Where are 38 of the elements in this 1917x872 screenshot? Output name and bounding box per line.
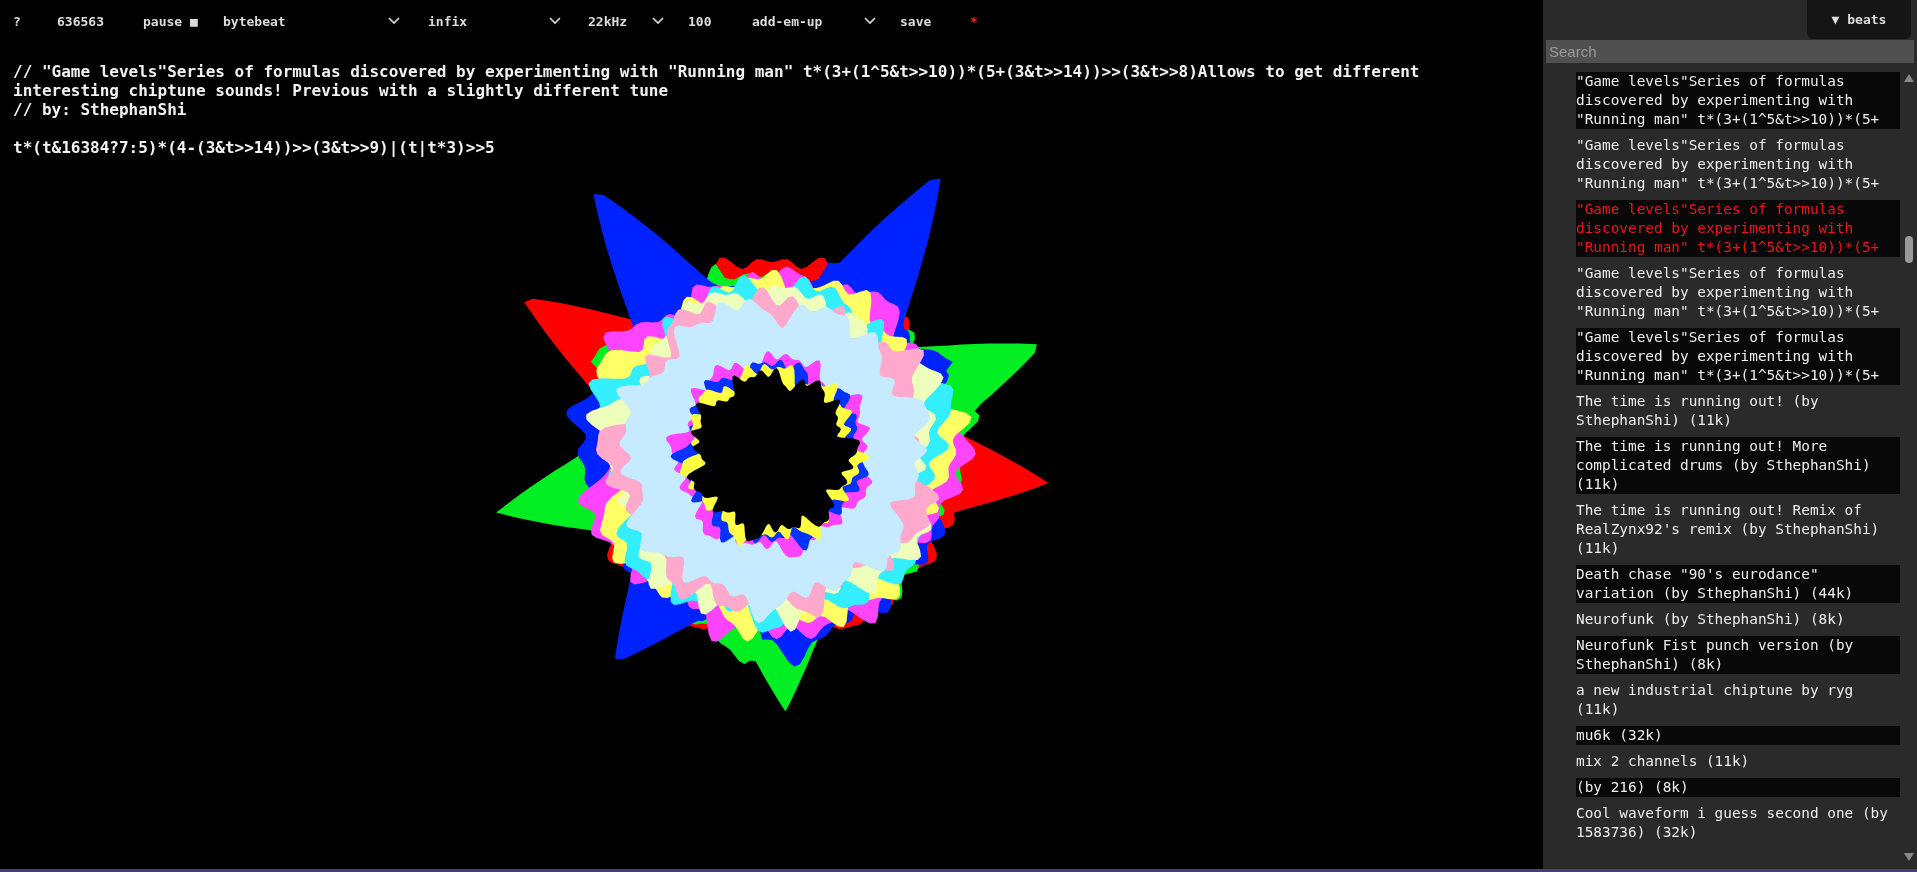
beat-list-item[interactable]: "Game levels"Series of formulas discovered by experimenting with "Running man" t*(3+(1^5&t>>10))*(5+ bbox=[1576, 264, 1900, 321]
code-comment: // by: SthephanShi bbox=[13, 100, 188, 119]
beat-list-item[interactable]: Cool waveform i guess second one (by 1583736) (32k) bbox=[1576, 804, 1900, 842]
scrollbar-thumb[interactable] bbox=[1905, 236, 1913, 263]
mode-select[interactable]: bytebeat bbox=[223, 13, 400, 29]
beat-list-item[interactable]: "Game levels"Series of formulas discovered by experimenting with "Running man" t*(3+(1^5&t>>10))*(5+ bbox=[1576, 200, 1900, 257]
unsaved-mark: * bbox=[970, 13, 978, 29]
beat-list-item[interactable]: mu6k (32k) bbox=[1576, 726, 1900, 745]
beat-list-item[interactable]: a new industrial chiptune by ryg (11k) bbox=[1576, 681, 1900, 719]
beat-list-item[interactable]: mix 2 channels (11k) bbox=[1576, 752, 1900, 771]
pause-button[interactable]: pause ■ bbox=[143, 13, 223, 29]
beat-list-item[interactable]: Death chase "90's eurodance" variation (by SthephanShi) (44k) bbox=[1576, 565, 1900, 603]
beats-toggle-button[interactable]: ▼ beats bbox=[1807, 0, 1911, 39]
formula-text[interactable]: t*(t&16384?7:5)*(4-(3&t>>14))>>(3&t>>9)|(t|t*3)>>5 bbox=[13, 138, 1473, 157]
chevron-down-icon bbox=[549, 17, 561, 25]
beat-list-item[interactable]: (by 216) (8k) bbox=[1576, 778, 1900, 797]
beat-list-item[interactable]: "Game levels"Series of formulas discovered by experimenting with "Running man" t*(3+(1^5&t>>10))*(5+ bbox=[1576, 328, 1900, 385]
beat-list-item[interactable]: Neurofunk Fist punch version (by SthephanShi) (8k) bbox=[1576, 636, 1900, 674]
help-button[interactable]: ? bbox=[13, 13, 57, 29]
chevron-down-icon bbox=[652, 17, 664, 25]
beat-list-item[interactable]: "Game levels"Series of formulas discovered by experimenting with "Running man" t*(3+(1^5&t>>10))*(5+ bbox=[1576, 72, 1900, 129]
code-comment: // "Game levels"Series of formulas discovered by experimenting with "Running man" t*(3+(1^5&t>>10))*(5+(3&t>>14))>>(3&t>>8)Allows to get different interesting chiptune sounds! Previous with a slightly different tune bbox=[13, 62, 1421, 100]
beat-list-item[interactable]: The time is running out! (by SthephanShi) (11k) bbox=[1576, 392, 1900, 430]
expression-select[interactable]: infix bbox=[428, 13, 561, 29]
mix-select[interactable]: add-em-up bbox=[752, 13, 876, 29]
time-counter: 636563 bbox=[57, 13, 105, 29]
beat-list-item[interactable]: Neurofunk (by SthephanShi) (8k) bbox=[1576, 610, 1900, 629]
beat-list-item[interactable]: The time is running out! More complicated drums (by SthephanShi) (11k) bbox=[1576, 437, 1900, 494]
save-button[interactable]: save bbox=[900, 13, 970, 29]
beat-list-item[interactable]: "Game levels"Series of formulas discovered by experimenting with "Running man" t*(3+(1^5&t>>10))*(5+ bbox=[1576, 136, 1900, 193]
beat-list-item[interactable]: The time is running out! Remix of RealZynx92's remix (by SthephanShi) (11k) bbox=[1576, 501, 1900, 558]
volume-field[interactable]: 100 bbox=[688, 13, 752, 29]
search-field[interactable]: Search bbox=[1546, 40, 1914, 63]
scroll-up-icon[interactable] bbox=[1904, 74, 1914, 82]
scroll-down-icon[interactable] bbox=[1904, 853, 1914, 861]
chevron-down-icon bbox=[388, 17, 400, 25]
rate-select[interactable]: 22kHz bbox=[588, 13, 664, 29]
chevron-down-icon bbox=[864, 17, 876, 25]
